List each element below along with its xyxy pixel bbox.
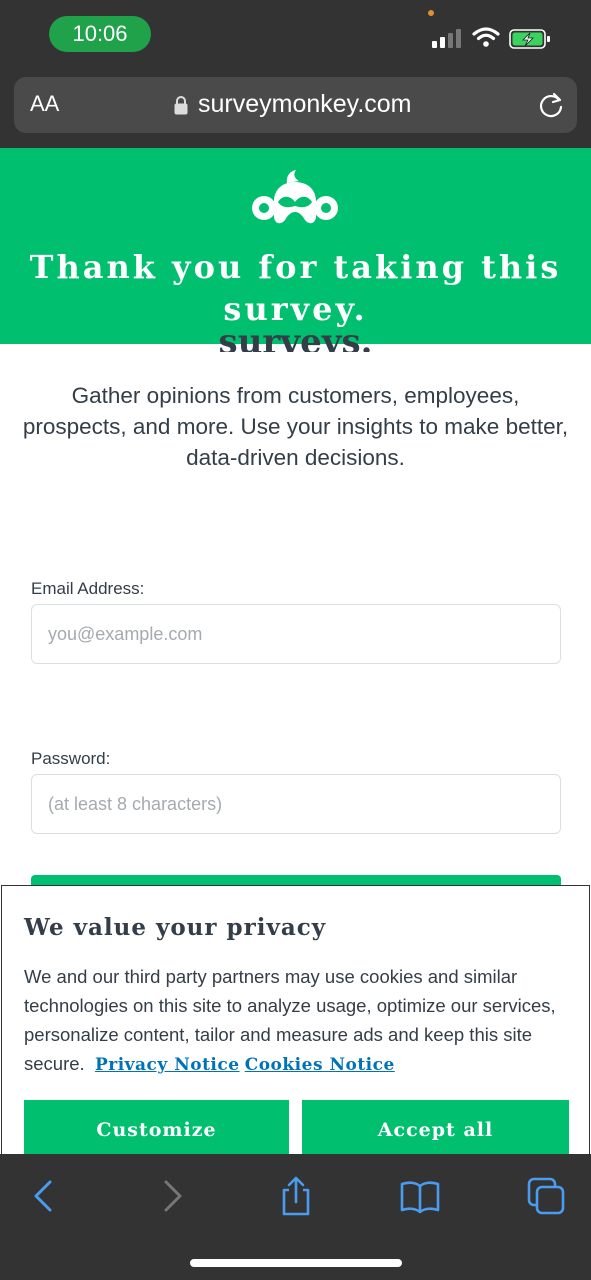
intro-text: Gather opinions from customers, employee… xyxy=(22,383,569,470)
email-input[interactable] xyxy=(31,604,561,664)
hero-heading-partial: surveys. xyxy=(218,322,373,352)
customize-button[interactable]: Customize xyxy=(24,1100,289,1154)
tabs-icon[interactable] xyxy=(526,1176,566,1216)
forward-icon[interactable] xyxy=(152,1176,192,1216)
surveymonkey-logo xyxy=(252,170,338,224)
privacy-notice-link[interactable]: Privacy Notice xyxy=(95,1055,240,1075)
lock-icon xyxy=(174,96,188,115)
home-indicator xyxy=(190,1259,402,1267)
browser-address-area: AA surveymonkey.com xyxy=(0,70,591,148)
address-bar[interactable]: AA surveymonkey.com xyxy=(14,77,577,133)
url-text[interactable]: surveymonkey.com xyxy=(198,90,412,119)
thank-you-banner: Thank you for taking this survey. xyxy=(0,148,591,344)
status-bar: 10:06 xyxy=(0,0,591,70)
privacy-body: We and our third party partners may use … xyxy=(24,962,574,1080)
accept-all-button[interactable]: Accept all xyxy=(302,1100,569,1154)
back-icon[interactable] xyxy=(24,1176,64,1216)
password-input[interactable] xyxy=(31,774,561,834)
privacy-indicator-dot xyxy=(428,10,434,16)
password-label: Password: xyxy=(31,749,111,768)
bookmarks-icon[interactable] xyxy=(400,1176,440,1216)
status-time: 10:06 xyxy=(49,16,151,52)
cookie-consent-panel: We value your privacy We and our third p… xyxy=(1,885,590,1155)
privacy-title: We value your privacy xyxy=(24,914,327,941)
share-icon[interactable] xyxy=(276,1176,316,1216)
wifi-icon xyxy=(472,27,500,47)
cookies-notice-link[interactable]: Cookies Notice xyxy=(245,1055,395,1075)
browser-toolbar xyxy=(0,1154,591,1280)
text-size-button[interactable]: AA xyxy=(30,91,59,117)
reload-icon[interactable] xyxy=(538,91,564,119)
battery-charging-icon xyxy=(509,29,550,49)
email-label: Email Address: xyxy=(31,579,145,598)
cellular-signal-icon xyxy=(432,29,461,48)
